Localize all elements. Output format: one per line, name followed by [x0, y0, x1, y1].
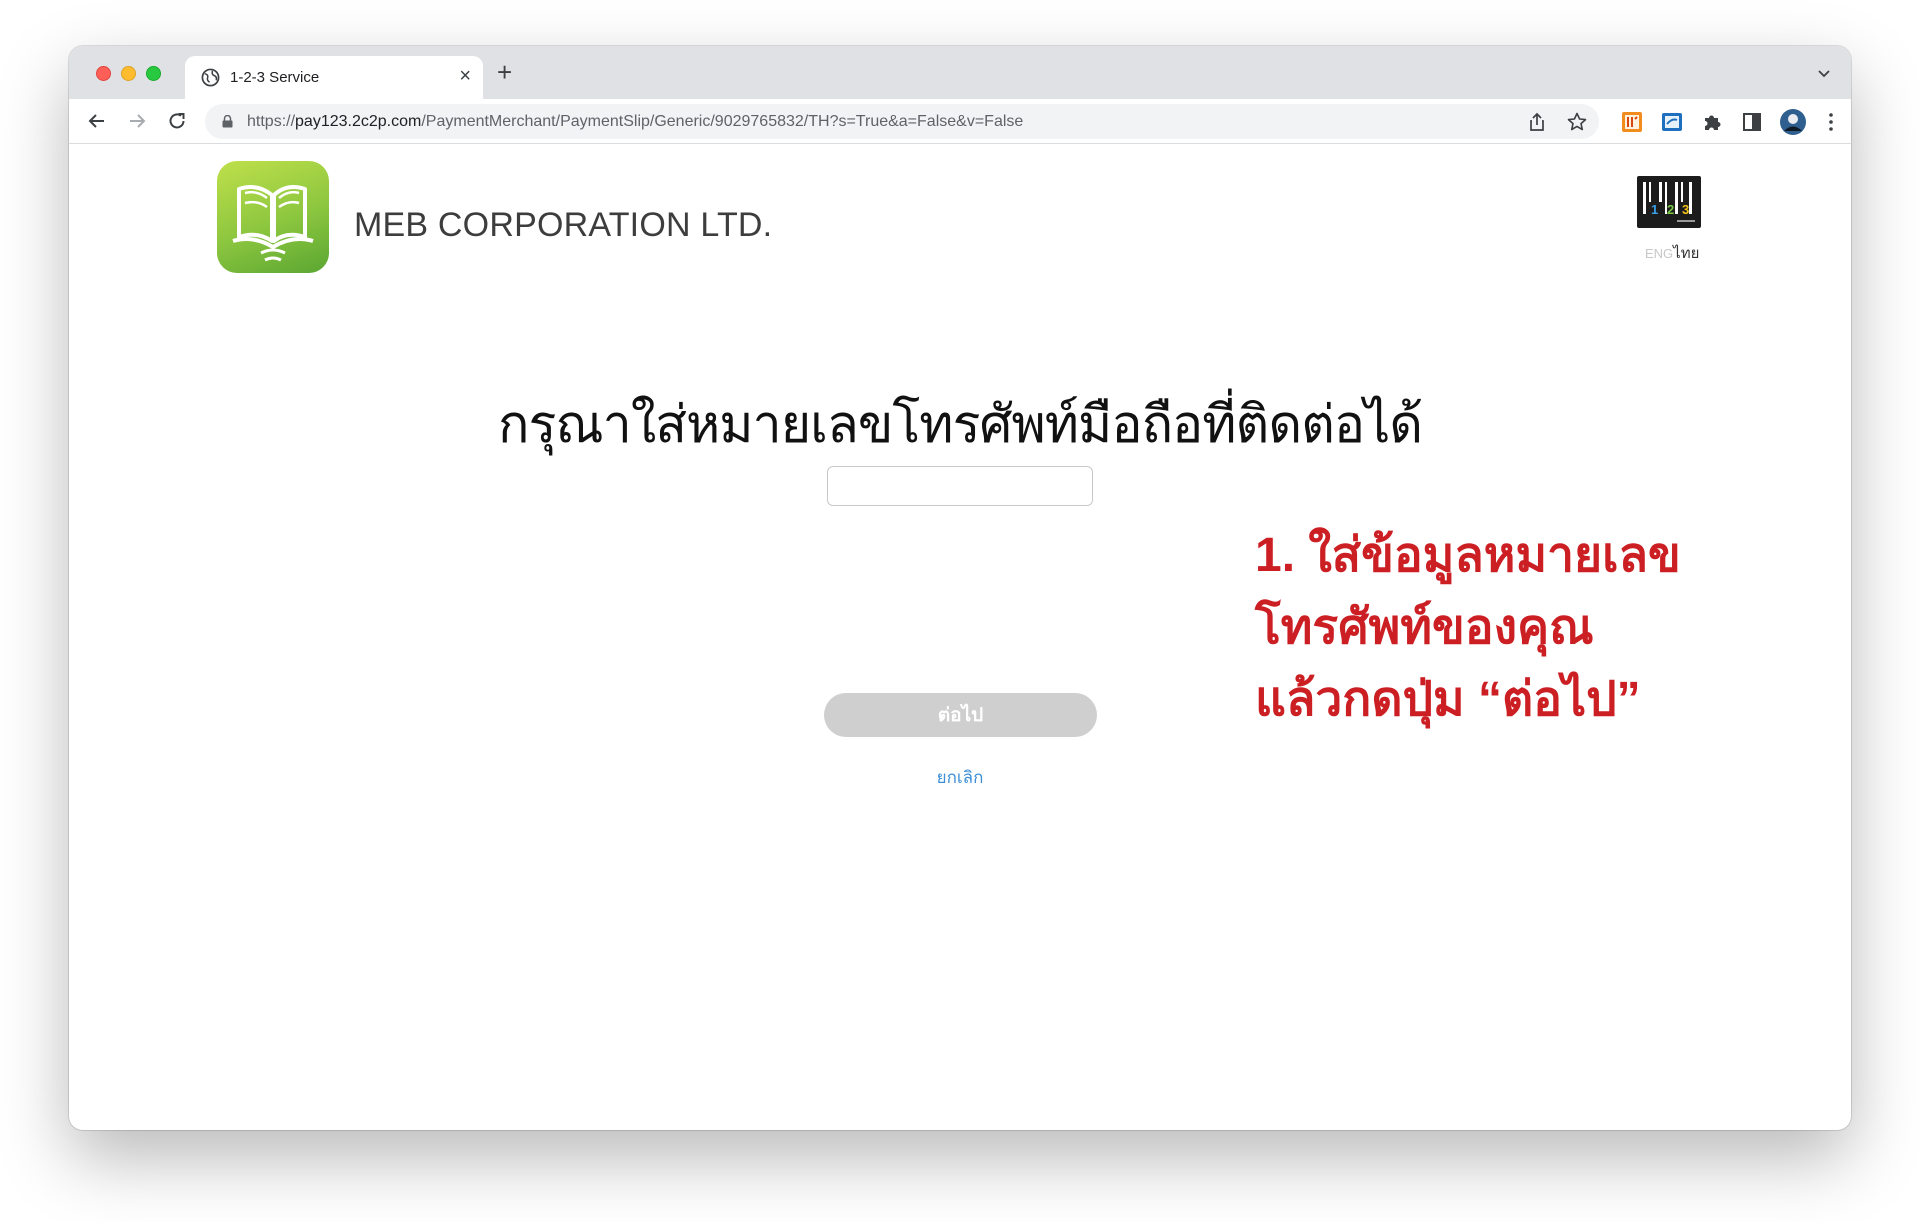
side-panel-icon[interactable] — [1740, 110, 1764, 134]
address-bar[interactable]: https://pay123.2c2p.com/PaymentMerchant/… — [205, 104, 1599, 139]
bookmark-star-icon[interactable] — [1566, 111, 1588, 133]
close-tab-button[interactable]: × — [459, 65, 471, 87]
forward-arrow-icon[interactable] — [125, 109, 149, 133]
next-button[interactable]: ต่อไป — [824, 693, 1097, 737]
annotation-line-3: แล้วกดปุ่ม “ต่อไป” — [1255, 673, 1641, 726]
meb-logo — [217, 161, 329, 273]
browser-toolbar: https://pay123.2c2p.com/PaymentMerchant/… — [69, 99, 1851, 144]
barcode-123-icon: 1 2 3 — [1643, 182, 1695, 222]
page-content: MEB CORPORATION LTD. 1 2 3 ENGไทย กรุณาใ… — [69, 144, 1851, 1130]
page-title: กรุณาใส่หมายเลขโทรศัพท์มือถือที่ติดต่อได… — [497, 396, 1423, 454]
globe-icon — [201, 68, 220, 87]
svg-text:1: 1 — [1651, 202, 1658, 217]
lock-icon[interactable] — [222, 115, 233, 128]
annotation-line-2: โทรศัพท์ของคุณ — [1255, 601, 1594, 654]
instruction-annotation: 1. ใส่ข้อมูลหมายเลข โทรศัพท์ของคุณ แล้วก… — [1255, 520, 1681, 736]
url-path: /PaymentMerchant/PaymentSlip/Generic/902… — [421, 113, 1024, 130]
language-switcher: ENGไทย — [1645, 241, 1699, 265]
tab-title: 1-2-3 Service — [230, 69, 320, 86]
back-arrow-icon[interactable] — [85, 109, 109, 133]
url-text[interactable]: https://pay123.2c2p.com/PaymentMerchant/… — [247, 113, 1023, 131]
svg-text:3: 3 — [1682, 202, 1689, 217]
close-window-button[interactable] — [96, 66, 111, 81]
puzzle-icon[interactable] — [1700, 110, 1724, 134]
profile-avatar[interactable] — [1779, 108, 1807, 136]
zoom-window-button[interactable] — [146, 66, 161, 81]
extension-blue-icon[interactable] — [1660, 110, 1684, 134]
extension-orange-icon[interactable] — [1620, 110, 1644, 134]
brand-123-logo: 1 2 3 — [1637, 176, 1701, 228]
cancel-link[interactable]: ยกเลิก — [69, 764, 1851, 791]
tab-strip: 1-2-3 Service × + — [69, 46, 1851, 99]
lang-eng-link[interactable]: ENG — [1645, 246, 1673, 261]
share-icon[interactable] — [1526, 111, 1548, 133]
phone-number-input[interactable] — [827, 466, 1093, 506]
minimize-window-button[interactable] — [121, 66, 136, 81]
open-book-icon — [232, 185, 314, 262]
active-tab[interactable]: 1-2-3 Service × — [185, 56, 483, 99]
kebab-menu-icon[interactable] — [1819, 110, 1843, 134]
url-host: pay123.2c2p.com — [295, 113, 422, 130]
tab-search-chevron-icon[interactable] — [1815, 64, 1833, 82]
annotation-line-1: 1. ใส่ข้อมูลหมายเลข — [1255, 529, 1681, 582]
reload-icon[interactable] — [165, 109, 189, 133]
lang-thai-link[interactable]: ไทย — [1673, 245, 1699, 262]
merchant-name: MEB CORPORATION LTD. — [354, 206, 773, 244]
svg-text:2: 2 — [1667, 202, 1674, 217]
browser-window: 1-2-3 Service × + https://pay123.2c2p.co… — [69, 46, 1851, 1130]
new-tab-button[interactable]: + — [497, 58, 512, 86]
